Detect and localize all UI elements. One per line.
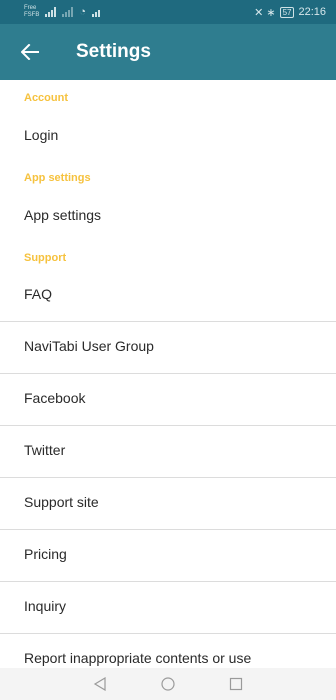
app-bar: Settings xyxy=(0,24,336,80)
arrow-left-icon xyxy=(21,44,39,60)
settings-item-login[interactable]: Login xyxy=(0,110,336,160)
carrier-line1: Free xyxy=(24,5,37,11)
nav-recents-button[interactable] xyxy=(227,675,245,693)
back-button[interactable] xyxy=(14,36,46,68)
settings-item-user-group[interactable]: NaviTabi User Group xyxy=(0,322,336,374)
signal-icon xyxy=(45,7,57,17)
settings-item-app-settings[interactable]: App settings xyxy=(0,190,336,240)
settings-item-support-site[interactable]: Support site xyxy=(0,478,336,530)
status-time: 22:16 xyxy=(298,6,326,18)
square-recents-icon xyxy=(229,677,243,691)
settings-item-twitter[interactable]: Twitter xyxy=(0,426,336,478)
settings-list: Account Login App settings App settings … xyxy=(0,80,336,668)
nav-back-button[interactable] xyxy=(91,675,109,693)
status-bar: Free FSFB ◔ ✕ ∗ 57 22:16 xyxy=(0,0,336,24)
section-header-support: Support xyxy=(24,252,67,264)
settings-item-faq[interactable]: FAQ xyxy=(0,270,336,322)
nav-home-button[interactable] xyxy=(159,675,177,693)
status-left: Free FSFB ◔ xyxy=(24,4,100,20)
signal-icon-3 xyxy=(92,7,100,17)
status-right: ✕ ∗ 57 22:16 xyxy=(254,4,326,20)
wifi-icon: ◔ xyxy=(79,6,86,18)
signal-icon-2 xyxy=(62,7,74,17)
system-nav-bar xyxy=(0,668,336,700)
section-header-account: Account xyxy=(24,92,68,104)
settings-item-report[interactable]: Report inappropriate contents or use xyxy=(0,634,336,668)
carrier-label: Free FSFB xyxy=(24,5,39,19)
section-header-app-settings: App settings xyxy=(24,172,91,184)
circle-home-icon xyxy=(161,677,175,691)
settings-item-pricing[interactable]: Pricing xyxy=(0,530,336,582)
settings-item-inquiry[interactable]: Inquiry xyxy=(0,582,336,634)
status-icons: ✕ ∗ xyxy=(254,6,276,19)
page-title: Settings xyxy=(76,41,151,62)
triangle-back-icon xyxy=(93,677,106,691)
battery-icon: 57 xyxy=(279,6,295,18)
carrier-line2: FSFB xyxy=(24,12,40,18)
settings-item-facebook[interactable]: Facebook xyxy=(0,374,336,426)
